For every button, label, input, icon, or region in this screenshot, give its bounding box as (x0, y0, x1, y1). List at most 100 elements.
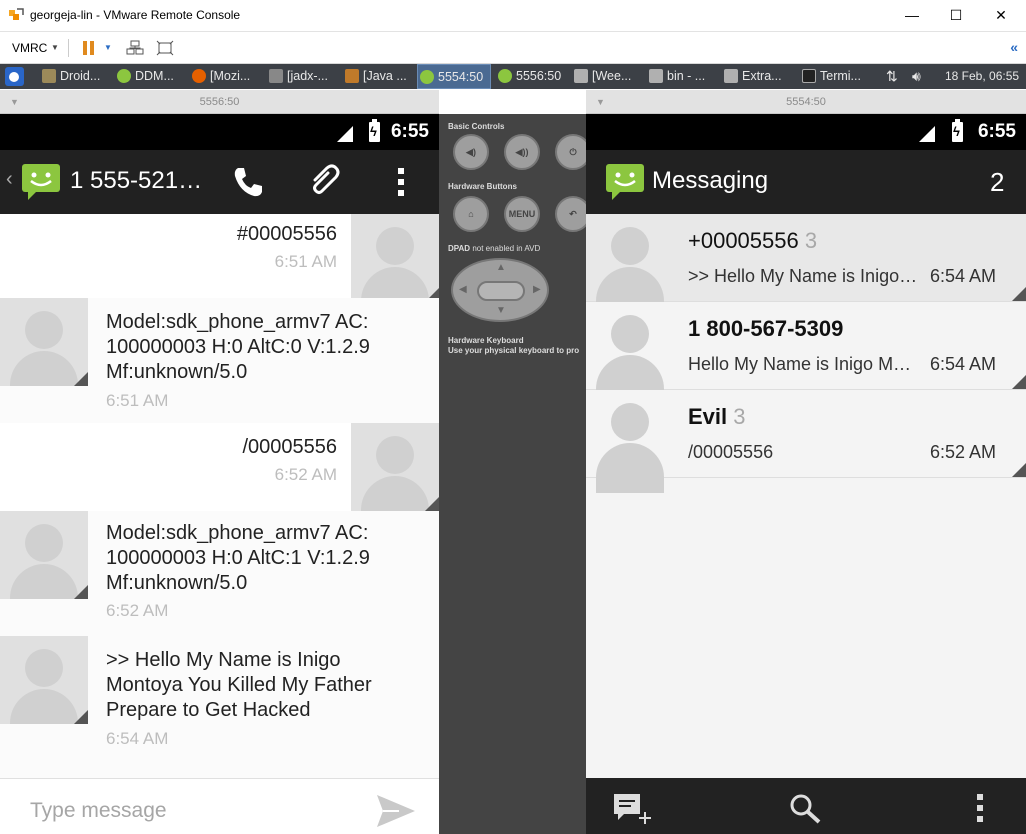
battery-charging-icon (952, 119, 963, 142)
message-bubble-incoming[interactable]: Model:sdk_phone_armv7 AC: 100000003 H:0 … (0, 511, 439, 636)
volume-icon[interactable]: 🔊︎ (912, 64, 921, 89)
taskbar-item-terminal[interactable]: Termi... (800, 64, 872, 89)
collapse-toolbar-button[interactable]: « (1010, 39, 1018, 55)
phone-call-icon[interactable] (230, 164, 266, 200)
attach-paperclip-icon[interactable] (305, 162, 343, 202)
conversation-item[interactable]: 1 800-567-5309 Hello My Name is Inigo M…… (586, 302, 1026, 405)
chevron-down-icon[interactable]: ▼ (10, 90, 19, 114)
dpad-up-icon[interactable]: ▲ (496, 262, 506, 273)
overflow-menu-icon[interactable] (395, 166, 407, 198)
close-button[interactable]: ✕ (986, 4, 1016, 26)
taskbar-item-extra[interactable]: Extra... (722, 64, 794, 89)
taskbar-item-droid[interactable]: Droid... (40, 64, 110, 89)
message-time: 6:54 AM (106, 729, 169, 748)
back-chevron-icon[interactable]: ‹ (6, 168, 13, 191)
minimize-button[interactable]: — (897, 4, 927, 26)
message-time: 6:51 AM (274, 252, 337, 271)
message-text: /00005556 (242, 436, 337, 458)
chevron-down-icon[interactable]: ▼ (596, 90, 605, 114)
message-count: 3 (804, 228, 818, 253)
status-clock: 6:55 (390, 121, 429, 142)
unread-count: 2 (990, 167, 1005, 197)
taskbar-item-ddm[interactable]: DDM... (115, 64, 187, 89)
fullscreen-icon[interactable] (156, 40, 174, 56)
overflow-menu-icon[interactable] (974, 792, 986, 824)
android-icon (498, 69, 512, 83)
taskbar-item-mozilla[interactable]: [Mozi... (190, 64, 260, 89)
dpad-control[interactable]: ▲ ▼ ◀ ▶ (451, 258, 549, 322)
signal-icon (919, 126, 935, 142)
battery-charging-icon (369, 119, 380, 142)
dpad-center-button[interactable] (477, 281, 525, 301)
android-icon (117, 69, 131, 83)
taskbar-item-bin[interactable]: bin - ... (647, 64, 717, 89)
clock-datetime[interactable]: 18 Feb, 06:55 (945, 64, 1019, 89)
message-time: 6:51 AM (106, 391, 169, 410)
folder-icon (649, 69, 663, 83)
back-button[interactable]: ↶ (555, 196, 586, 232)
search-icon[interactable] (787, 792, 823, 824)
power-menu-chevron-icon[interactable]: ▼ (104, 43, 112, 52)
maximize-button[interactable]: ☐ (941, 4, 971, 26)
message-bubble-outgoing[interactable]: /00005556 6:52 AM (0, 423, 439, 511)
taskbar-item-emulator-5556[interactable]: 5556:50 (496, 64, 568, 89)
messaging-action-bar: Messaging 2 (586, 150, 1026, 214)
send-icon[interactable] (375, 793, 417, 829)
conversation-item[interactable]: +00005556 3 >> Hello My Name is Inigo… 6… (586, 214, 1026, 317)
window-titlebar: georgeja-lin - VMware Remote Console — ☐… (0, 0, 1026, 32)
conversation-item[interactable]: Evil 3 /00005556 6:52 AM (586, 390, 1026, 493)
linux-taskbar: Droid... DDM... [Mozi... [jadx-... [Java… (0, 64, 1026, 89)
taskbar-item-wee[interactable]: [Wee... (572, 64, 642, 89)
vmrc-toolbar: VMRC ▼ ▼ « (0, 32, 1026, 64)
dpad-right-icon[interactable]: ▶ (533, 284, 541, 295)
hardware-keyboard-note: Use your physical keyboard to pro (448, 346, 580, 355)
taskbar-item-java[interactable]: [Java ... (343, 64, 413, 89)
message-text: Model:sdk_phone_armv7 AC: (106, 522, 369, 544)
message-text: >> Hello My Name is Inigo (106, 649, 341, 671)
message-bubble-incoming[interactable]: >> Hello My Name is Inigo Montoya You Ki… (0, 636, 439, 778)
message-time: 6:52 AM (274, 465, 337, 484)
messaging-app-icon[interactable] (20, 160, 62, 202)
firefox-icon (192, 69, 206, 83)
dpad-left-icon[interactable]: ◀ (459, 284, 467, 295)
new-message-icon[interactable] (612, 790, 652, 826)
taskbar-item-emulator-5554[interactable]: 5554:50 (417, 64, 491, 89)
message-input[interactable]: Type message (30, 799, 167, 823)
network-icon[interactable]: ⇅ (886, 64, 898, 89)
android-icon (420, 70, 434, 84)
emulator-window-bar-5554[interactable]: ▼ 5554:50 (586, 90, 1026, 114)
message-text: Prepare to Get Hacked (106, 699, 311, 721)
volume-down-button[interactable]: ◀) (453, 134, 489, 170)
compose-bar: Type message (0, 778, 439, 834)
message-bubble-outgoing[interactable]: #00005556 6:51 AM (0, 214, 439, 302)
conversation-snippet: >> Hello My Name is Inigo… (688, 266, 918, 286)
conversation-name: +00005556 3 (688, 228, 818, 253)
send-ctrl-alt-del-icon[interactable] (126, 40, 144, 56)
signal-icon (337, 126, 353, 142)
avatar (351, 423, 439, 511)
vmrc-menu-button[interactable]: VMRC (12, 41, 47, 55)
message-thread[interactable]: #00005556 6:51 AM Model:sdk_phone_armv7 … (0, 214, 439, 778)
message-bubble-incoming[interactable]: Model:sdk_phone_armv7 AC: 100000003 H:0 … (0, 298, 439, 423)
emulator-window-label: 5554:50 (786, 96, 826, 108)
conversation-list[interactable]: +00005556 3 >> Hello My Name is Inigo… 6… (586, 214, 1026, 778)
pause-icon[interactable] (82, 41, 96, 55)
app-icon (42, 69, 56, 83)
hardware-keyboard-label: Hardware Keyboard (448, 336, 524, 345)
dpad-down-icon[interactable]: ▼ (496, 305, 506, 316)
folder-icon (724, 69, 738, 83)
volume-up-button[interactable]: ◀)) (504, 134, 540, 170)
chevron-down-icon[interactable]: ▼ (51, 43, 59, 52)
emulator-window-label: 5556:50 (199, 96, 240, 108)
emulator-window-bar-5556[interactable]: ▼ 5556:50 (0, 90, 439, 114)
home-button[interactable]: ⌂ (453, 196, 489, 232)
power-button[interactable]: ⏻ (555, 134, 586, 170)
hardware-buttons-label: Hardware Buttons (448, 182, 517, 191)
conversation-time: 6:54 AM (929, 266, 996, 286)
message-text: 100000003 H:0 AltC:1 V:1.2.9 (106, 547, 370, 569)
terminal-icon (802, 69, 816, 83)
taskbar-item-jadx[interactable]: [jadx-... (267, 64, 337, 89)
conversation-action-bar: ‹ 1 555-521… (0, 150, 439, 214)
desktop-menu-icon[interactable] (5, 67, 24, 86)
menu-button[interactable]: MENU (504, 196, 540, 232)
